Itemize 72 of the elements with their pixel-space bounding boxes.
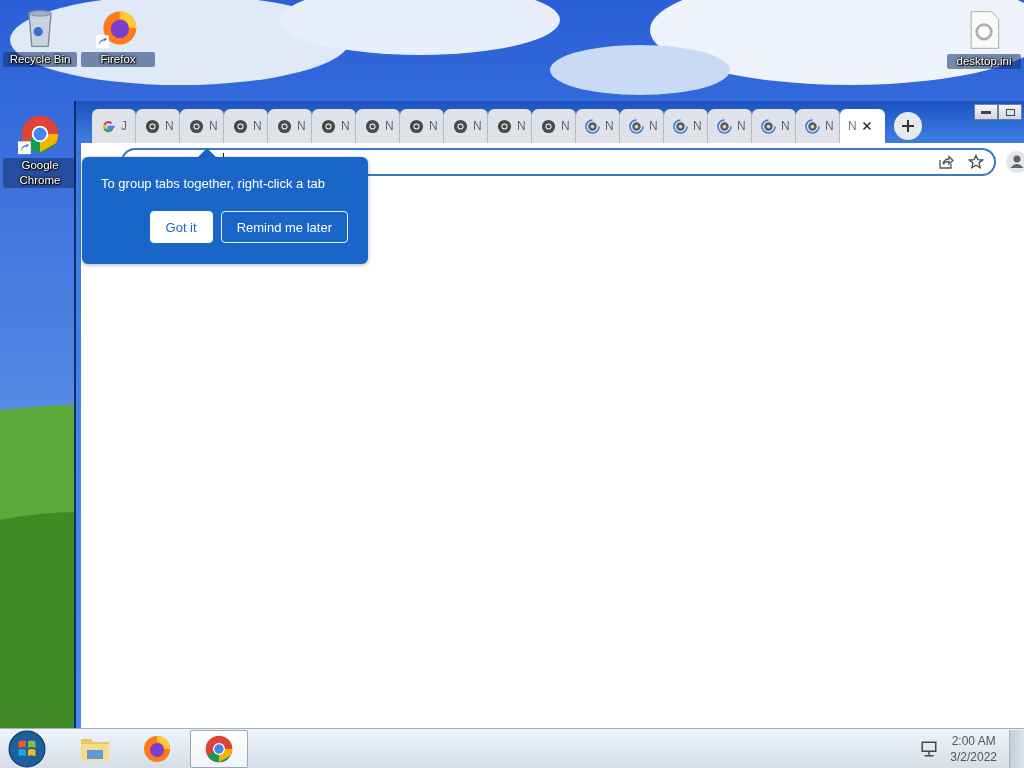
tab-title: N bbox=[165, 119, 174, 133]
browser-tab[interactable]: N bbox=[796, 109, 840, 143]
chrome-icon bbox=[145, 118, 160, 134]
icon-label: desktop.ini bbox=[947, 54, 1021, 69]
chrome-icon bbox=[321, 118, 336, 134]
chrome-icon bbox=[453, 118, 468, 134]
browser-tab[interactable]: N bbox=[268, 109, 312, 143]
tab-title: N bbox=[649, 119, 658, 133]
browser-tab[interactable]: N bbox=[840, 109, 885, 143]
maximize-button[interactable] bbox=[998, 104, 1022, 120]
tab-title: N bbox=[737, 119, 746, 133]
browser-tab[interactable]: N bbox=[312, 109, 356, 143]
browser-tab[interactable]: N bbox=[136, 109, 180, 143]
browser-tab[interactable]: N bbox=[576, 109, 620, 143]
browser-tab[interactable]: N bbox=[532, 109, 576, 143]
got-it-button[interactable]: Got it bbox=[149, 211, 213, 243]
browser-tab[interactable]: J bbox=[92, 109, 136, 143]
tab-title: N bbox=[429, 119, 438, 133]
loading-icon bbox=[805, 118, 820, 134]
start-button[interactable] bbox=[8, 729, 46, 768]
profile-icon[interactable] bbox=[1006, 150, 1024, 173]
chrome-icon bbox=[365, 118, 380, 134]
share-icon[interactable] bbox=[938, 153, 954, 170]
browser-tab[interactable]: N bbox=[444, 109, 488, 143]
browser-tab[interactable]: N bbox=[224, 109, 268, 143]
tab-title: N bbox=[781, 119, 790, 133]
icon-label: Firefox bbox=[81, 52, 155, 67]
minimize-button[interactable] bbox=[974, 104, 998, 120]
chrome-icon bbox=[189, 118, 204, 134]
loading-icon bbox=[673, 118, 688, 134]
loading-icon bbox=[761, 118, 776, 134]
close-icon[interactable] bbox=[861, 121, 872, 131]
clock-date: 3/2/2022 bbox=[950, 748, 997, 765]
chrome-icon bbox=[277, 118, 292, 134]
browser-tab[interactable]: N bbox=[708, 109, 752, 143]
tab-title: N bbox=[297, 119, 306, 133]
star-icon[interactable] bbox=[968, 153, 984, 170]
browser-tab[interactable]: N bbox=[620, 109, 664, 143]
tab-title: J bbox=[121, 119, 127, 133]
browser-tab[interactable]: N bbox=[180, 109, 224, 143]
loading-icon bbox=[717, 118, 732, 134]
tab-title: N bbox=[561, 119, 570, 133]
tab-title: N bbox=[473, 119, 482, 133]
browser-tab[interactable]: N bbox=[356, 109, 400, 143]
callout-text: To group tabs together, right-click a tab bbox=[101, 176, 326, 191]
chrome-icon bbox=[409, 118, 424, 134]
browser-tab[interactable]: N bbox=[664, 109, 708, 143]
chrome-icon bbox=[233, 118, 248, 134]
browser-tab[interactable]: N bbox=[488, 109, 532, 143]
chrome-icon bbox=[541, 118, 556, 134]
clock-time: 2:00 AM bbox=[951, 732, 996, 749]
tab-title: N bbox=[385, 119, 394, 133]
network-icon[interactable] bbox=[920, 739, 939, 758]
tab-title: N bbox=[209, 119, 218, 133]
taskbar-app-button[interactable] bbox=[190, 729, 248, 768]
tab-title: N bbox=[693, 119, 702, 133]
new-tab-button[interactable] bbox=[894, 112, 922, 140]
remind-button[interactable]: Remind me later bbox=[220, 211, 348, 243]
plus-icon bbox=[901, 119, 915, 133]
tab-title: N bbox=[848, 119, 857, 133]
tab-title: N bbox=[825, 119, 834, 133]
loading-icon bbox=[629, 118, 644, 134]
google-icon bbox=[101, 118, 116, 134]
tab-title: N bbox=[253, 119, 262, 133]
browser-tab[interactable]: N bbox=[752, 109, 796, 143]
icon-label: Google Chrome bbox=[3, 158, 77, 188]
tab-title: N bbox=[341, 119, 350, 133]
loading-icon bbox=[585, 118, 600, 134]
browser-tab[interactable]: N bbox=[400, 109, 444, 143]
tab-title: N bbox=[517, 119, 526, 133]
chrome-icon bbox=[497, 118, 512, 134]
tab-title: N bbox=[605, 119, 614, 133]
